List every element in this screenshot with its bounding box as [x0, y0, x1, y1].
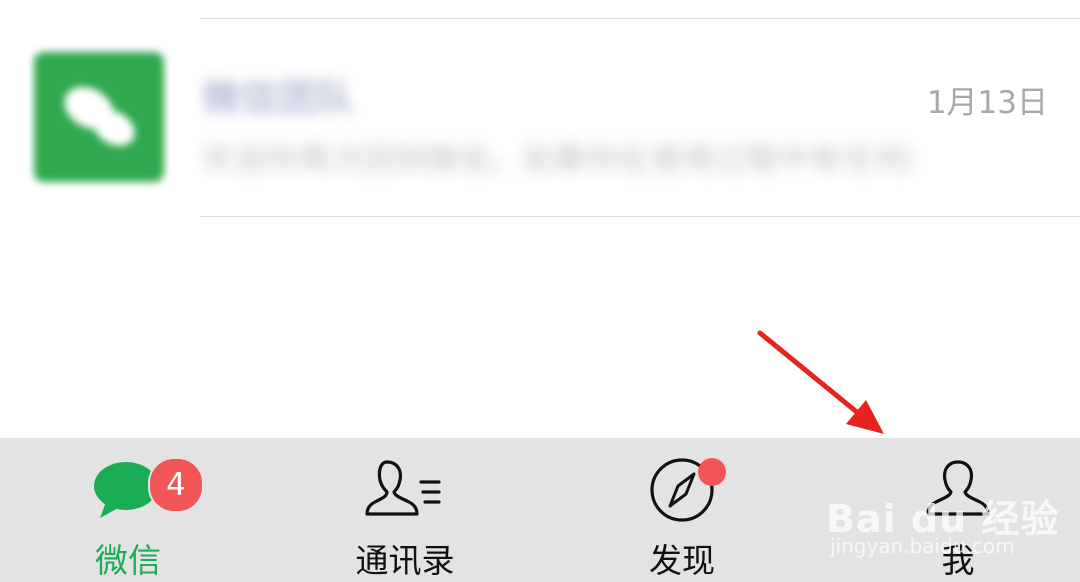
chat-name: 微信团队 — [202, 76, 355, 120]
tab-contacts[interactable]: 通讯录 — [305, 438, 505, 582]
list-divider-bottom — [200, 216, 1080, 217]
tab-contacts-label: 通讯录 — [355, 541, 455, 580]
chat-time: 1月13日 — [926, 85, 1048, 121]
bottom-tab-bar: 微信 4 通讯录 发现 我 — [0, 438, 1080, 582]
discover-notification-dot — [698, 458, 726, 486]
unread-badge: 4 — [148, 457, 204, 513]
tab-me-label: 我 — [941, 541, 975, 580]
wechat-team-logo-icon — [34, 52, 164, 182]
chat-list-item[interactable]: 微信团队 欢迎你再次回到微信。如果你在使用过程中有任何的问题或建议，记得给我发信… — [0, 19, 1080, 216]
tab-discover[interactable]: 发现 — [582, 438, 782, 582]
contacts-icon — [365, 456, 445, 524]
tab-discover-label: 发现 — [649, 541, 715, 580]
chat-preview: 欢迎你再次回到微信。如果你在使用过程中有任何的问题或建议，记得给我发信息反馈哦。 — [202, 140, 912, 178]
tab-chats[interactable]: 微信 — [28, 438, 228, 582]
tab-me[interactable]: 我 — [858, 438, 1058, 582]
tab-chats-label: 微信 — [95, 541, 161, 580]
person-icon — [926, 456, 990, 524]
chat-avatar — [34, 52, 164, 182]
